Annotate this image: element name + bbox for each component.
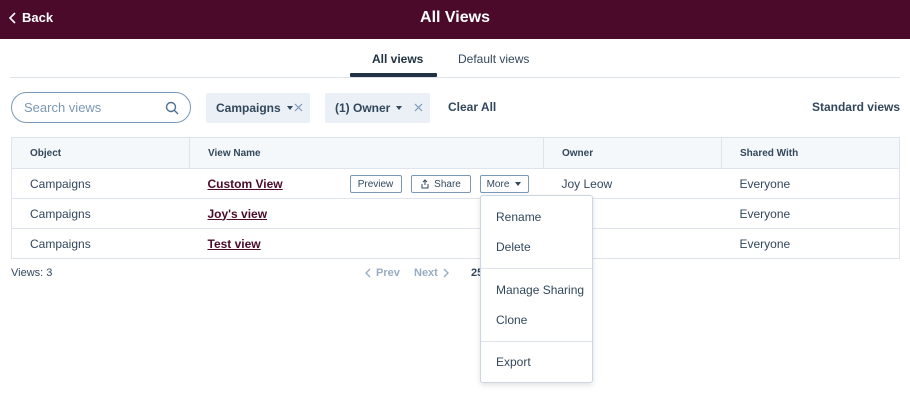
table-row: Campaigns Custom View Preview Share More… [11, 168, 900, 199]
filter-campaigns-label: Campaigns [216, 101, 281, 115]
view-name-link[interactable]: Test view [208, 237, 261, 251]
view-name-link[interactable]: Joy's view [208, 207, 268, 221]
column-header-object[interactable]: Object [11, 137, 190, 169]
caret-down-icon [286, 106, 293, 110]
column-header-shared-with[interactable]: Shared With [721, 137, 900, 169]
column-header-owner[interactable]: Owner [543, 137, 722, 169]
share-icon [421, 179, 429, 189]
menu-divider [481, 268, 592, 269]
cell-owner: Joy Leow [543, 168, 722, 199]
cell-object: Campaigns [11, 228, 190, 259]
views-count: Views: 3 [11, 267, 53, 279]
tab-default-views[interactable]: Default views [458, 52, 529, 66]
filter-owner-label: (1) Owner [335, 101, 391, 115]
cell-shared-with: Everyone [721, 168, 900, 199]
table-header-row: Object View Name Owner Shared With [11, 137, 900, 169]
filter-campaigns-dropdown[interactable]: Campaigns [206, 101, 293, 115]
search-input[interactable] [24, 100, 164, 115]
menu-divider [481, 341, 592, 342]
menu-item-manage-sharing[interactable]: Manage Sharing [496, 283, 584, 297]
cell-view-name: Custom View Preview Share More [189, 168, 544, 199]
menu-item-delete[interactable]: Delete [496, 240, 531, 254]
preview-label: Preview [357, 178, 394, 190]
menu-item-clone[interactable]: Clone [496, 313, 527, 327]
table-row: Campaigns Test view eow Everyone [11, 228, 900, 259]
next-button[interactable]: Next [414, 267, 450, 279]
prev-label: Prev [376, 267, 400, 279]
view-tabs: All views Default views [10, 40, 900, 78]
top-bar: Back All Views [0, 0, 910, 39]
active-tab-indicator [350, 73, 437, 77]
filter-campaigns[interactable]: Campaigns [206, 93, 310, 123]
standard-views-link[interactable]: Standard views [812, 100, 900, 114]
preview-button[interactable]: Preview [349, 175, 402, 193]
more-label: More [486, 178, 510, 190]
cell-shared-with: Everyone [721, 198, 900, 229]
chevron-right-icon [443, 268, 449, 278]
search-icon[interactable] [165, 101, 179, 115]
share-label: Share [434, 178, 461, 190]
cell-object: Campaigns [11, 168, 190, 199]
search-box [11, 92, 191, 123]
more-button[interactable]: More [479, 175, 529, 193]
menu-item-export[interactable]: Export [496, 355, 531, 369]
view-name-link[interactable]: Custom View [208, 177, 283, 191]
share-button[interactable]: Share [410, 175, 471, 193]
menu-item-rename[interactable]: Rename [496, 210, 541, 224]
cell-object: Campaigns [11, 198, 190, 229]
filter-owner-dropdown[interactable]: (1) Owner [325, 101, 403, 115]
clear-all-button[interactable]: Clear All [448, 100, 496, 114]
prev-button[interactable]: Prev [364, 267, 400, 279]
more-actions-menu: Rename Delete Manage Sharing Clone Expor… [480, 195, 593, 383]
page-title: All Views [420, 9, 490, 26]
caret-down-icon [515, 182, 522, 186]
close-icon[interactable] [413, 102, 424, 113]
column-header-view-name[interactable]: View Name [189, 137, 544, 169]
chevron-left-icon [365, 268, 371, 278]
table-row: Campaigns Joy's view eow Everyone [11, 198, 900, 229]
caret-down-icon [396, 106, 403, 110]
views-table: Object View Name Owner Shared With Campa… [11, 137, 900, 259]
cell-shared-with: Everyone [721, 228, 900, 259]
next-label: Next [414, 267, 438, 279]
close-icon[interactable] [293, 102, 304, 113]
tab-all-views[interactable]: All views [372, 52, 423, 66]
filter-owner[interactable]: (1) Owner [325, 93, 430, 123]
